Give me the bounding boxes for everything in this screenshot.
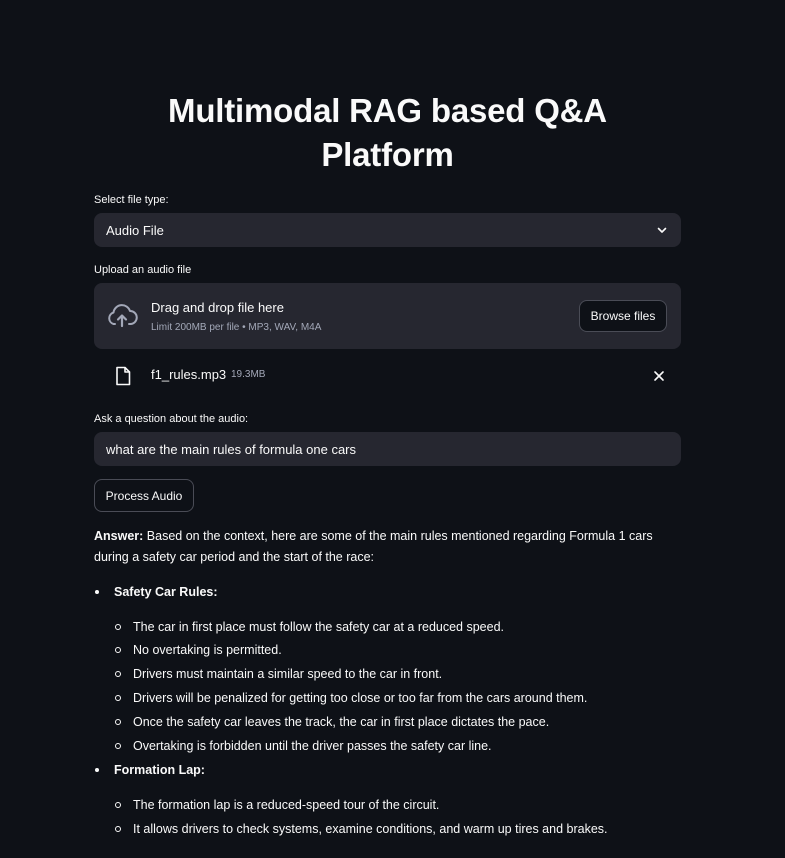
bullet-ring bbox=[115, 647, 121, 653]
close-icon[interactable] bbox=[651, 368, 667, 384]
list-item-text: No overtaking is permitted. bbox=[133, 643, 282, 657]
answer-text: Based on the context, here are some of t… bbox=[94, 529, 653, 564]
bullet-dot bbox=[95, 768, 99, 772]
file-dropzone[interactable]: Drag and drop file here Limit 200MB per … bbox=[94, 283, 681, 349]
list-item-text: Drivers must maintain a similar speed to… bbox=[133, 667, 443, 681]
answer-paragraph: Answer: Based on the context, here are s… bbox=[94, 526, 681, 568]
file-type-label: Select file type: bbox=[94, 194, 169, 206]
dropzone-limit-text: Limit 200MB per file • MP3, WAV, M4A bbox=[151, 322, 322, 333]
cloud-upload-icon bbox=[106, 302, 138, 330]
file-type-select[interactable]: Audio File bbox=[94, 213, 681, 247]
bullet-ring bbox=[115, 802, 121, 808]
list-item-text: It allows drivers to check systems, exam… bbox=[133, 822, 608, 836]
list-item-text: Overtaking is forbidden until the driver… bbox=[133, 739, 492, 753]
process-audio-button[interactable]: Process Audio bbox=[94, 479, 194, 512]
bullet-ring bbox=[115, 826, 121, 832]
uploaded-file-size: 19.3MB bbox=[231, 369, 266, 380]
answer-prefix: Answer: bbox=[94, 529, 144, 543]
bullet-ring bbox=[115, 695, 121, 701]
list-item-text: Drivers will be penalized for getting to… bbox=[133, 691, 588, 705]
bullet-ring bbox=[115, 671, 121, 677]
section-heading: Formation Lap: bbox=[114, 763, 205, 777]
bullet-ring bbox=[115, 743, 121, 749]
dropzone-title: Drag and drop file here bbox=[151, 300, 284, 315]
page-title: Multimodal RAG based Q&A Platform bbox=[168, 92, 607, 173]
question-input[interactable] bbox=[94, 432, 681, 466]
list-item-text: Once the safety car leaves the track, th… bbox=[133, 715, 550, 729]
bullet-dot bbox=[95, 590, 99, 594]
list-item-text: The formation lap is a reduced-speed tou… bbox=[133, 798, 440, 812]
file-type-selected-value: Audio File bbox=[106, 222, 164, 238]
app-page: Multimodal RAG based Q&A Platform Select… bbox=[0, 0, 785, 858]
bullet-ring bbox=[115, 719, 121, 725]
file-icon bbox=[114, 366, 132, 386]
uploader-label: Upload an audio file bbox=[94, 264, 192, 276]
bullet-ring bbox=[115, 624, 121, 630]
chevron-down-icon bbox=[655, 223, 669, 237]
list-item-text: The car in first place must follow the s… bbox=[133, 620, 505, 634]
uploaded-file-name: f1_rules.mp3 bbox=[151, 367, 227, 382]
browse-files-button[interactable]: Browse files bbox=[579, 300, 667, 332]
uploaded-file-row: f1_rules.mp3 19.3MB bbox=[94, 359, 681, 393]
section-heading: Safety Car Rules: bbox=[114, 585, 218, 599]
question-label: Ask a question about the audio: bbox=[94, 413, 249, 425]
